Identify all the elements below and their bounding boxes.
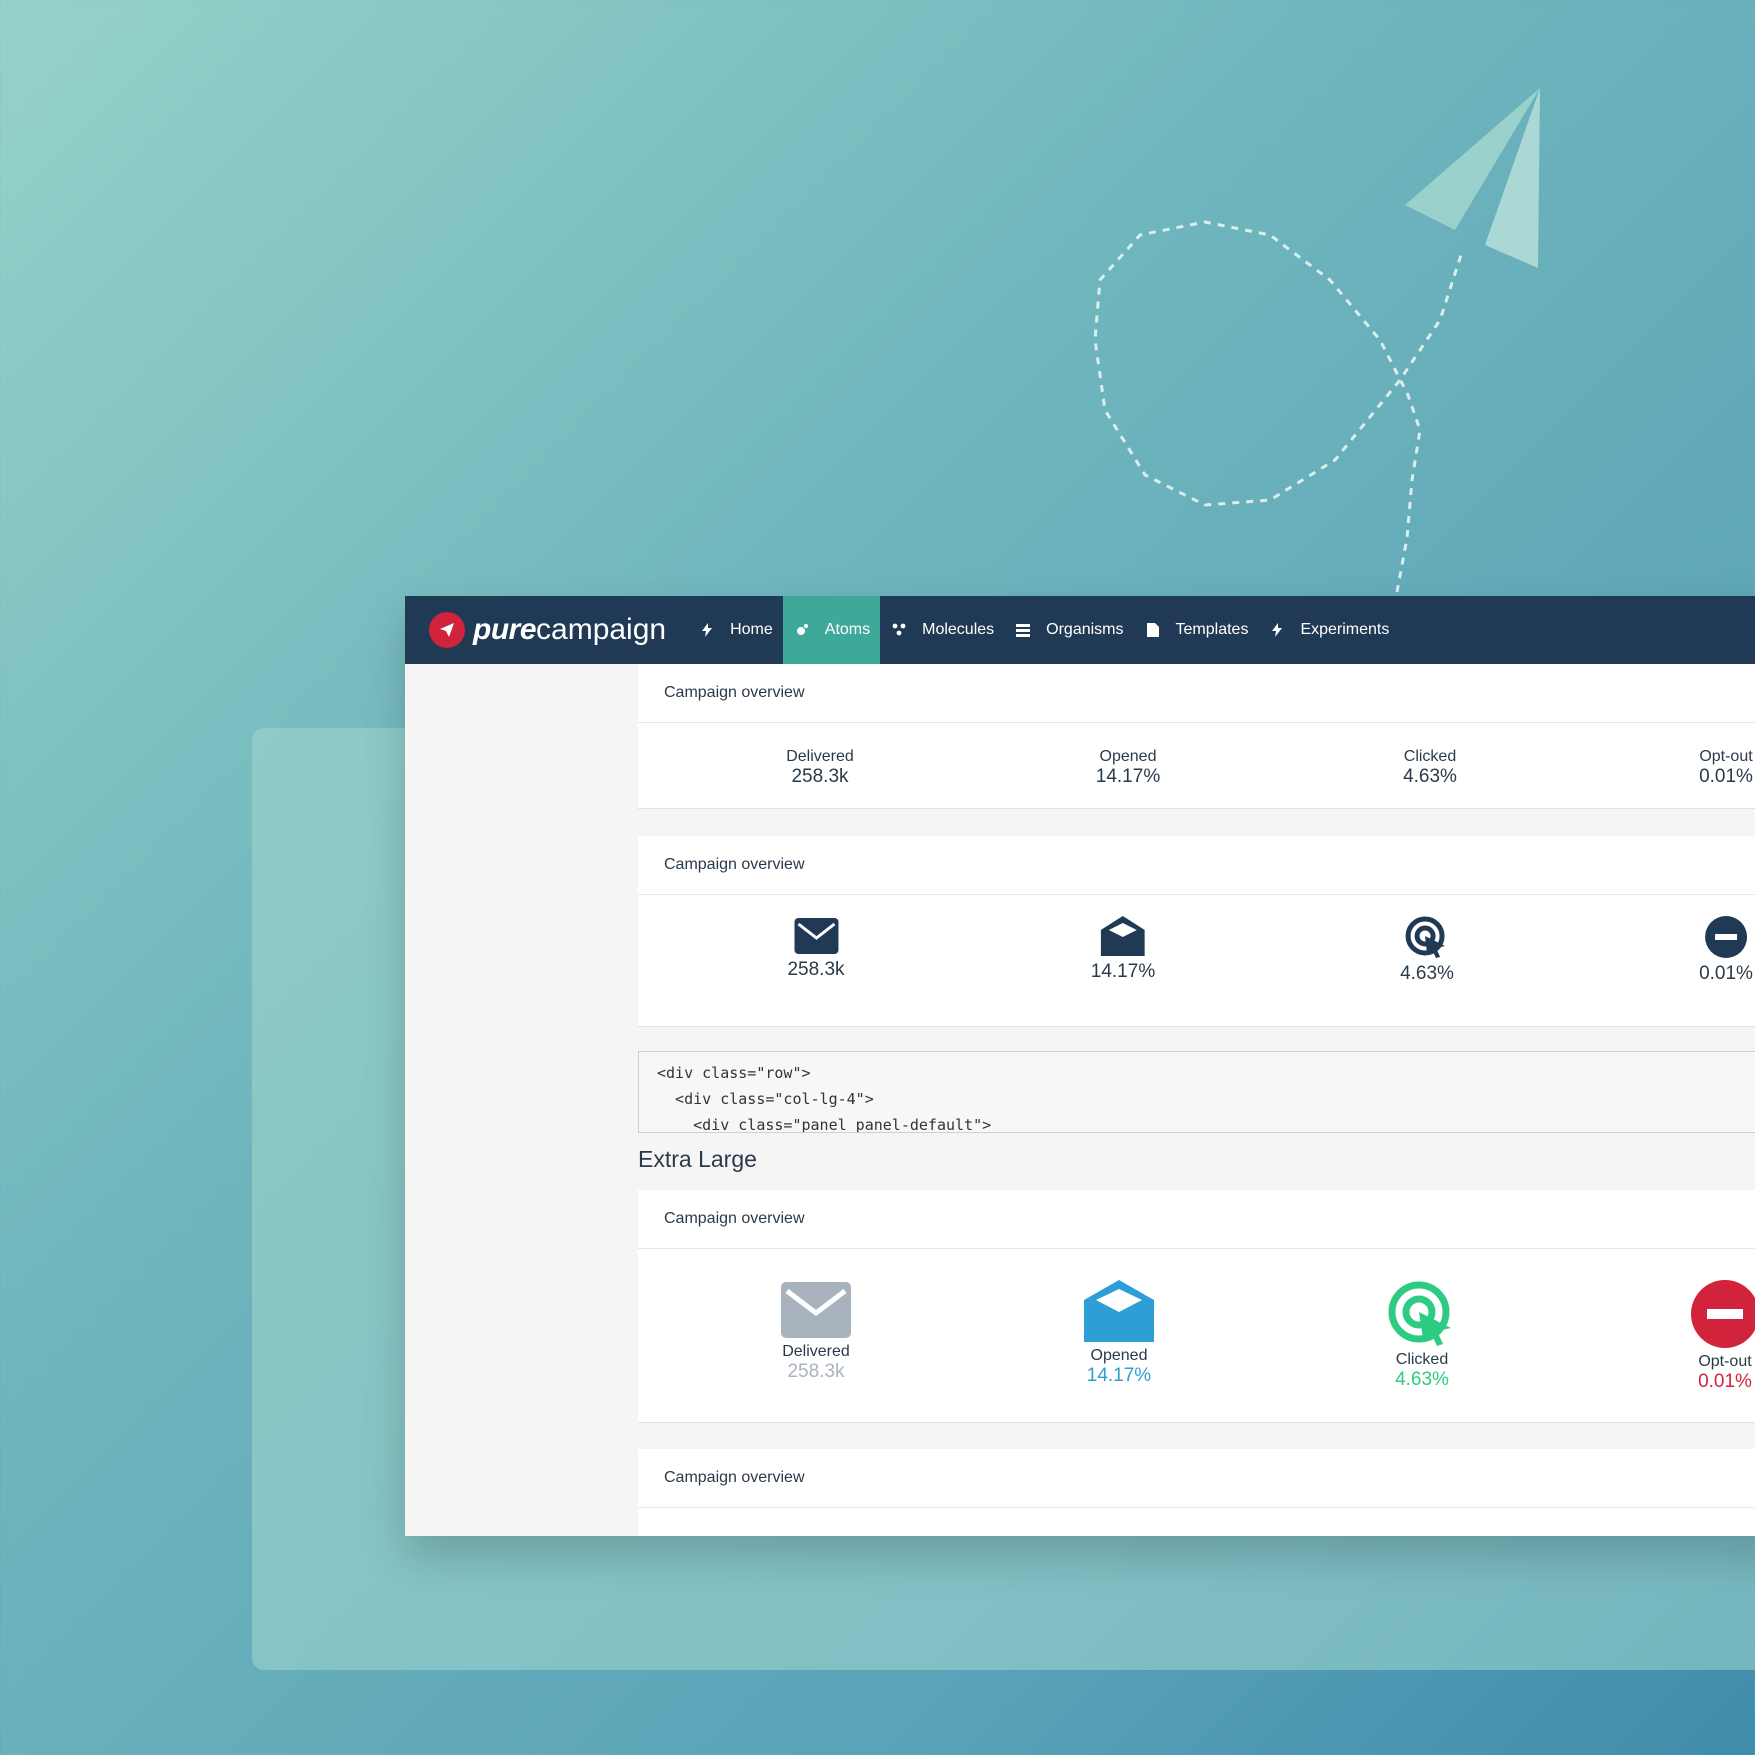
paper-plane-icon: [429, 612, 465, 648]
organism-icon: [1016, 623, 1031, 637]
stat-clicked: Clicked 4.63%: [1387, 1280, 1457, 1391]
target-click-icon: [1388, 1281, 1451, 1346]
target-click-icon: [1405, 916, 1445, 958]
stat-label: Clicked: [1403, 748, 1457, 765]
bolt-icon: [700, 623, 714, 637]
stat-value: 14.17%: [1095, 766, 1161, 787]
envelope-open-icon: [1084, 1280, 1154, 1342]
molecule-icon: [892, 623, 906, 637]
stat-opened: 14.17%: [1091, 916, 1155, 983]
stat-value: 14.17%: [1086, 1365, 1152, 1386]
stat-optout: 0.01%: [1699, 916, 1753, 985]
stat-value: 4.63%: [1400, 963, 1454, 984]
minus-circle-icon: [1705, 916, 1747, 958]
file-icon: [1146, 623, 1160, 637]
code-line: <div class="col-lg-4">: [657, 1090, 874, 1108]
nav-atoms[interactable]: Atoms: [782, 596, 881, 664]
stat-value: 258.3k: [787, 1361, 845, 1382]
stat-label: Opened: [1099, 748, 1157, 765]
stat-value: 0.01%: [1699, 963, 1753, 984]
nav-label: Templates: [1175, 621, 1249, 638]
campaign-overview-panel: Campaign overview Delivered 258.3k Opene…: [638, 664, 1755, 809]
logo-pure: pure: [473, 613, 537, 646]
campaign-overview-panel: Campaign overview Delivered 258.3k Opene…: [638, 1190, 1755, 1423]
envelope-icon: [781, 1282, 851, 1338]
bolt-icon: [1270, 623, 1284, 637]
nav-label: Molecules: [922, 621, 995, 638]
atom-icon: [795, 623, 809, 637]
logo-campaign: campaign: [536, 613, 667, 646]
stat-delivered: Delivered 258.3k: [786, 748, 854, 788]
stat-opened: Opened 14.17%: [1096, 748, 1160, 788]
stat-value: 258.3k: [787, 959, 845, 980]
panel-title: Campaign overview: [638, 836, 1755, 895]
section-title: Extra Large: [638, 1146, 757, 1172]
nav-label: Experiments: [1300, 621, 1390, 638]
nav-templates[interactable]: Templates: [1134, 596, 1259, 664]
stat-label: Opened: [1090, 1347, 1148, 1364]
nav-label: Home: [730, 621, 773, 638]
stat-value: 0.01%: [1698, 1371, 1752, 1392]
stat-clicked: 4.63%: [1400, 916, 1454, 985]
nav-label: Organisms: [1046, 621, 1124, 638]
stat-label: Delivered: [782, 1343, 850, 1360]
panel-title: Campaign overview: [638, 1190, 1755, 1249]
stat-value: 4.63%: [1403, 766, 1457, 787]
stat-label: Clicked: [1395, 1351, 1449, 1368]
campaign-overview-panel: Campaign overview: [638, 1449, 1755, 1536]
app-window: pure campaign Home Atoms Molecules Organ…: [405, 596, 1755, 1536]
stat-label: Opt-out: [1699, 748, 1753, 765]
nav-experiments[interactable]: Experiments: [1258, 596, 1399, 664]
panel-title: Campaign overview: [638, 664, 1755, 723]
stat-delivered: Delivered 258.3k: [781, 1282, 851, 1383]
code-snippet[interactable]: <div class="row"> <div class="col-lg-4">…: [638, 1051, 1755, 1133]
nav-organisms[interactable]: Organisms: [1004, 596, 1133, 664]
stat-value: 14.17%: [1090, 961, 1156, 982]
envelope-icon: [793, 918, 838, 954]
stat-label: Opt-out: [1698, 1353, 1752, 1370]
campaign-overview-panel: Campaign overview 258.3k 14.17% 4.63% 0.…: [638, 836, 1755, 1027]
panel-title: Campaign overview: [638, 1449, 1755, 1508]
stat-clicked: Clicked 4.63%: [1403, 748, 1457, 788]
stat-value: 0.01%: [1699, 766, 1753, 787]
stat-opened: Opened 14.17%: [1084, 1280, 1154, 1387]
nav-home[interactable]: Home: [688, 596, 783, 664]
stat-delivered: 258.3k: [787, 918, 845, 981]
stat-label: Delivered: [786, 748, 854, 765]
stat-value: 4.63%: [1395, 1369, 1449, 1390]
logo[interactable]: pure campaign: [429, 612, 666, 648]
stat-optout: Opt-out 0.01%: [1699, 748, 1753, 788]
nav-label: Atoms: [824, 621, 871, 638]
nav-molecules[interactable]: Molecules: [880, 596, 1004, 664]
code-line: <div class="row">: [657, 1064, 811, 1082]
minus-circle-icon: [1691, 1280, 1755, 1348]
stat-optout: Opt-out 0.01%: [1691, 1280, 1755, 1393]
navbar: pure campaign Home Atoms Molecules Organ…: [405, 596, 1755, 664]
stat-value: 258.3k: [791, 766, 849, 787]
code-line: <div class="panel panel-default">: [657, 1116, 992, 1133]
envelope-open-icon: [1100, 916, 1145, 956]
